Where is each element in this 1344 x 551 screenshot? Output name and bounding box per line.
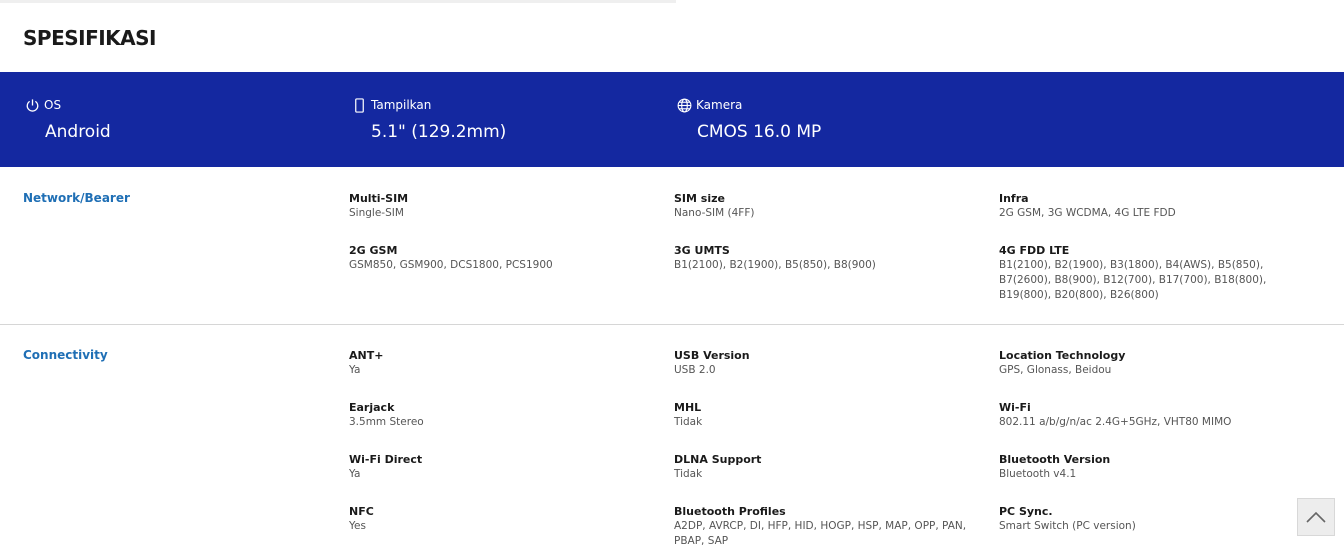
- spec-key: NFC: [349, 505, 374, 518]
- spec-item: ANT+ Ya: [349, 348, 659, 378]
- spec-key: ANT+: [349, 349, 384, 362]
- spec-value: Ya: [349, 364, 361, 376]
- spec-key: USB Version: [674, 349, 750, 362]
- spec-item: Bluetooth Version Bluetooth v4.1: [999, 452, 1309, 482]
- spec-key: 3G UMTS: [674, 244, 730, 257]
- spec-key: 4G FDD LTE: [999, 244, 1070, 257]
- spec-key: 2G GSM: [349, 244, 398, 257]
- spec-value: 2G GSM, 3G WCDMA, 4G LTE FDD: [999, 207, 1176, 219]
- section-divider: [0, 324, 1344, 325]
- key-spec-value: 5.1" (129.2mm): [371, 122, 507, 142]
- spec-value: Bluetooth v4.1: [999, 468, 1077, 480]
- section-title: Network/Bearer: [23, 191, 130, 205]
- spec-item: Infra 2G GSM, 3G WCDMA, 4G LTE FDD: [999, 191, 1309, 221]
- key-spec-display: Tampilkan 5.1" (129.2mm): [352, 96, 506, 142]
- key-spec-camera: Kamera CMOS 16.0 MP: [677, 96, 821, 142]
- spec-item: Earjack 3.5mm Stereo: [349, 400, 659, 430]
- power-icon: [26, 98, 39, 112]
- page-title: SPESIFIKASI: [23, 26, 157, 50]
- scroll-to-top-button[interactable]: [1297, 498, 1335, 536]
- spec-item: DLNA Support Tidak: [674, 452, 984, 482]
- section-title: Connectivity: [23, 348, 108, 362]
- spec-item: 4G FDD LTE B1(2100), B2(1900), B3(1800),…: [999, 243, 1304, 303]
- spec-value: Yes: [349, 520, 366, 532]
- key-spec-value: Android: [45, 122, 111, 142]
- spec-key: Infra: [999, 192, 1029, 205]
- spec-key: Multi-SIM: [349, 192, 409, 205]
- spec-item: 2G GSM GSM850, GSM900, DCS1800, PCS1900: [349, 243, 659, 273]
- spec-item: Bluetooth Profiles A2DP, AVRCP, DI, HFP,…: [674, 504, 986, 549]
- phone-icon: [355, 97, 364, 113]
- spec-item: PC Sync. Smart Switch (PC version): [999, 504, 1309, 534]
- chevron-up-icon: [1306, 511, 1326, 523]
- spec-item: Wi-Fi 802.11 a/b/g/n/ac 2.4G+5GHz, VHT80…: [999, 400, 1309, 430]
- spec-value: A2DP, AVRCP, DI, HFP, HID, HOGP, HSP, MA…: [674, 520, 967, 547]
- spec-key: PC Sync.: [999, 505, 1053, 518]
- spec-value: Smart Switch (PC version): [999, 520, 1136, 532]
- spec-value: GPS, Glonass, Beidou: [999, 364, 1112, 376]
- spec-value: Single-SIM: [349, 207, 404, 219]
- key-spec-os: OS Android: [25, 96, 111, 142]
- spec-value: Ya: [349, 468, 361, 480]
- spec-key: Bluetooth Profiles: [674, 505, 786, 518]
- spec-value: Nano-SIM (4FF): [674, 207, 755, 219]
- spec-item: USB Version USB 2.0: [674, 348, 984, 378]
- spec-key: Earjack: [349, 401, 395, 414]
- top-strip: [0, 0, 676, 3]
- globe-icon: [677, 98, 692, 112]
- spec-key: MHL: [674, 401, 702, 414]
- spec-key: Wi-Fi Direct: [349, 453, 423, 466]
- spec-item: 3G UMTS B1(2100), B2(1900), B5(850), B8(…: [674, 243, 984, 273]
- spec-item: MHL Tidak: [674, 400, 984, 430]
- spec-item: Location Technology GPS, Glonass, Beidou: [999, 348, 1309, 378]
- spec-key: Wi-Fi: [999, 401, 1031, 414]
- spec-item: NFC Yes: [349, 504, 659, 534]
- spec-item: Multi-SIM Single-SIM: [349, 191, 659, 221]
- spec-value: Tidak: [674, 416, 703, 428]
- spec-item: SIM size Nano-SIM (4FF): [674, 191, 984, 221]
- key-specs-band: OS Android Tampilkan 5.1" (129.2mm) Kame…: [0, 72, 1344, 167]
- spec-key: SIM size: [674, 192, 725, 205]
- spec-value: B1(2100), B2(1900), B5(850), B8(900): [674, 259, 876, 271]
- spec-value: Tidak: [674, 468, 703, 480]
- spec-key: DLNA Support: [674, 453, 762, 466]
- spec-value: USB 2.0: [674, 364, 716, 376]
- spec-key: Bluetooth Version: [999, 453, 1111, 466]
- key-spec-label: Kamera: [696, 98, 743, 112]
- spec-value: 802.11 a/b/g/n/ac 2.4G+5GHz, VHT80 MIMO: [999, 416, 1232, 428]
- key-spec-label: OS: [44, 98, 62, 112]
- key-spec-label: Tampilkan: [371, 98, 432, 112]
- spec-value: GSM850, GSM900, DCS1800, PCS1900: [349, 259, 553, 271]
- spec-item: Wi-Fi Direct Ya: [349, 452, 659, 482]
- spec-key: Location Technology: [999, 349, 1126, 362]
- spec-value: B1(2100), B2(1900), B3(1800), B4(AWS), B…: [999, 259, 1267, 301]
- key-spec-value: CMOS 16.0 MP: [697, 122, 822, 142]
- spec-value: 3.5mm Stereo: [349, 416, 424, 428]
